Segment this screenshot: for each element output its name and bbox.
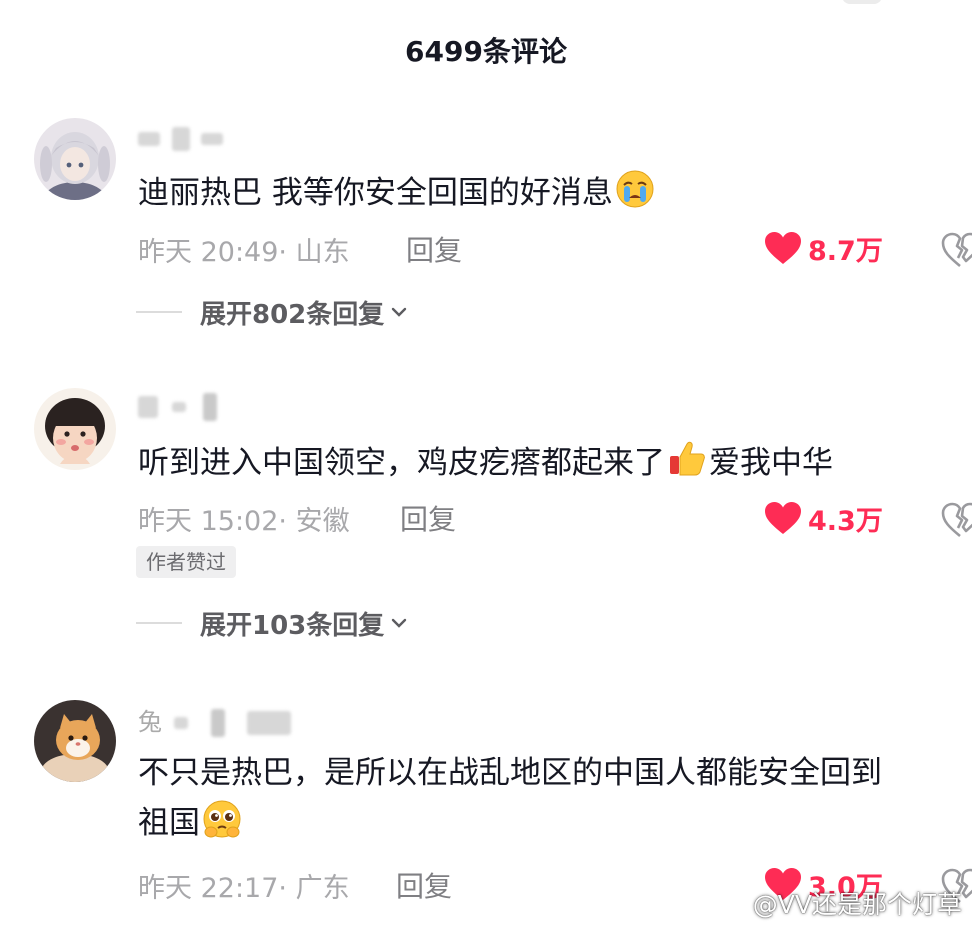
comment-text-line: 祖国	[138, 798, 968, 848]
avatar[interactable]	[34, 118, 116, 200]
username-redacted	[171, 127, 190, 151]
comment-text: 不只是热巴，是所以在战乱地区的中国人都能安全回到 祖国	[138, 748, 968, 848]
chevron-down-icon	[392, 307, 407, 317]
heart-icon	[765, 232, 801, 264]
comment-location: 安徽	[295, 506, 350, 537]
pleading-face-icon	[203, 800, 241, 838]
chevron-down-icon	[392, 618, 407, 628]
meta-separator: ·	[278, 873, 296, 904]
comment-text-content: 迪丽热巴 我等你安全回国的好消息	[138, 175, 613, 211]
username-redacted	[138, 132, 160, 146]
author-liked-badge: 作者赞过	[136, 546, 236, 578]
meta-separator: ·	[278, 506, 296, 537]
comment-time: 昨天 20:49	[138, 237, 279, 268]
broken-heart-icon[interactable]	[940, 500, 972, 540]
username-redacted	[201, 133, 224, 145]
username[interactable]	[138, 392, 218, 421]
like-count: 4.3万	[808, 505, 883, 537]
comment-time: 昨天 22:17	[138, 873, 279, 904]
comment-text-content: 祖国	[138, 805, 200, 841]
username-visible-text: 兔	[138, 708, 162, 736]
comment-text-content: 爱我中华	[709, 445, 833, 481]
thumbs-up-icon	[670, 441, 705, 476]
comment-text: 听到进入中国领空，鸡皮疙瘩都起来了 爱我中华	[138, 438, 968, 488]
avatar[interactable]	[34, 388, 116, 470]
username-redacted	[138, 396, 158, 418]
like-button[interactable]: 4.3万	[764, 498, 883, 538]
comment-text-line: 不只是热巴，是所以在战乱地区的中国人都能安全回到	[138, 755, 882, 791]
reply-button[interactable]: 回复	[400, 498, 456, 538]
like-count: 8.7万	[808, 235, 883, 267]
username-redacted	[171, 402, 186, 412]
expand-replies[interactable]: 展开802条回复	[136, 292, 408, 332]
broken-heart-icon[interactable]	[940, 230, 972, 270]
expand-replies[interactable]: 展开103条回复	[136, 603, 408, 643]
crying-face-icon	[616, 170, 654, 208]
comment-meta: 昨天 20:49· 山东	[138, 230, 350, 269]
top-chip	[842, 0, 882, 4]
comment-time: 昨天 15:02	[138, 506, 279, 537]
expand-divider	[136, 311, 182, 313]
username-redacted	[246, 711, 291, 735]
username-redacted	[203, 393, 218, 421]
weibo-logo-icon	[705, 889, 746, 920]
username-redacted	[211, 709, 226, 737]
comment-location: 广东	[295, 873, 350, 904]
username[interactable]: 兔	[138, 702, 291, 737]
comment-text: 迪丽热巴 我等你安全回国的好消息	[138, 168, 968, 218]
watermark-text: @VV还是那个灯草	[752, 890, 962, 919]
comment-meta: 昨天 15:02· 安徽	[138, 499, 350, 538]
expand-divider	[136, 622, 182, 624]
expand-replies-label: 展开802条回复	[200, 299, 385, 330]
username-redacted	[173, 717, 188, 729]
meta-separator: ·	[278, 237, 296, 268]
expand-replies-label: 展开103条回复	[200, 610, 385, 641]
avatar[interactable]	[34, 700, 116, 782]
heart-icon	[765, 502, 801, 534]
comment-text-content: 听到进入中国领空，鸡皮疙瘩都起来了	[138, 445, 665, 481]
like-button[interactable]: 8.7万	[764, 228, 883, 268]
reply-button[interactable]: 回复	[406, 229, 462, 269]
reply-button[interactable]: 回复	[396, 865, 452, 905]
comments-panel: 6499条评论 迪丽热巴 我等你安全回国的好消息 昨天 20:49· 山东 回复…	[0, 0, 972, 927]
comment-location: 山东	[295, 237, 350, 268]
weibo-watermark: @VV还是那个灯草	[705, 883, 962, 923]
username[interactable]	[138, 124, 224, 152]
comment-count-title: 6499条评论	[405, 35, 567, 68]
comment-meta: 昨天 22:17· 广东	[138, 866, 350, 905]
